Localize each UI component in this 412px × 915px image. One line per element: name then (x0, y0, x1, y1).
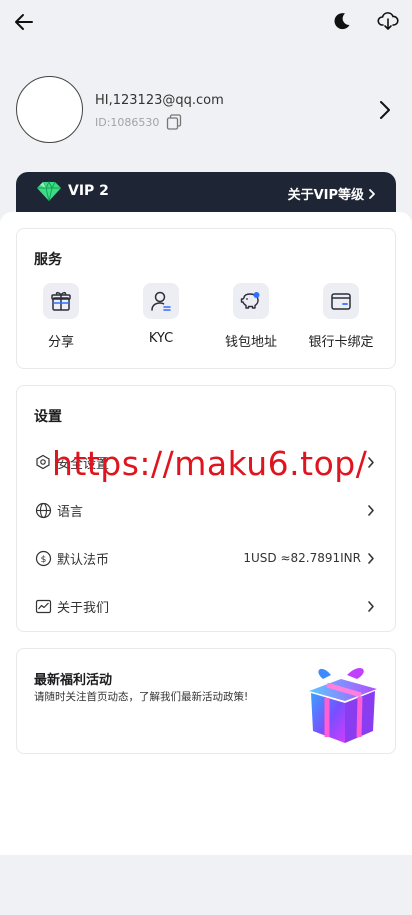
setting-label: 关于我们 (57, 600, 110, 616)
shield-icon (34, 453, 52, 471)
wallet-card-icon (323, 283, 359, 319)
moon-icon (334, 13, 350, 30)
avatar[interactable] (16, 76, 83, 143)
dollar-icon: $ (34, 549, 52, 567)
back-button[interactable] (10, 8, 38, 36)
profile-section[interactable]: HI,123123@qq.com ID:1086530 (0, 60, 412, 160)
piggy-bank-icon (233, 283, 269, 319)
copy-icon[interactable] (165, 113, 183, 131)
chevron-right-icon (365, 502, 377, 518)
service-label: 分享 (47, 335, 74, 350)
setting-currency[interactable]: $ 默认法币 1USD ≈82.7891INR (17, 538, 397, 578)
theme-toggle-button[interactable] (328, 7, 356, 35)
service-kyc[interactable]: KYC (117, 283, 205, 346)
vip-level: VIP 2 (36, 180, 109, 202)
chevron-right-icon (369, 188, 375, 199)
service-bank-card[interactable]: 银行卡绑定 (297, 283, 385, 350)
arrow-left-icon (15, 14, 33, 30)
gift-box-illustration (309, 667, 377, 743)
setting-about[interactable]: 关于我们 (17, 586, 397, 626)
chevron-right-icon (365, 598, 377, 614)
watermark-text: https://maku6.top/ (52, 444, 368, 483)
vip-level-label: VIP 2 (68, 183, 109, 199)
service-wallet-address[interactable]: 钱包地址 (207, 283, 295, 350)
setting-label: 语言 (57, 504, 84, 520)
setting-label: 默认法币 (57, 552, 110, 568)
vip-info-label: 关于VIP等级 (287, 188, 364, 203)
download-button[interactable] (374, 7, 402, 35)
settings-card: 设置 安全设置 语言 $ 默认法币 1USD ≈82.7891INR 关于我们 (16, 385, 396, 632)
settings-title: 设置 (34, 409, 62, 425)
setting-language[interactable]: 语言 (17, 490, 397, 530)
vip-info-link[interactable]: 关于VIP等级 (288, 184, 376, 203)
user-email: HI,123123@qq.com (95, 93, 224, 108)
currency-rate: 1USD ≈82.7891INR (243, 551, 361, 565)
promo-description: 请随时关注首页动态，了解我们最新活动政策! (34, 691, 249, 703)
user-id: ID:1086530 (95, 115, 160, 129)
cloud-download-icon (377, 12, 399, 30)
chart-icon (34, 597, 52, 615)
svg-text:$: $ (40, 555, 46, 565)
services-title: 服务 (34, 252, 62, 268)
diamond-icon (37, 180, 61, 202)
service-share[interactable]: 分享 (17, 283, 105, 350)
chevron-right-icon[interactable] (374, 98, 396, 122)
chevron-right-icon (365, 550, 377, 566)
user-verify-icon (143, 283, 179, 319)
user-id-row: ID:1086530 (95, 113, 183, 131)
globe-icon (34, 501, 52, 519)
promo-card[interactable]: 最新福利活动 请随时关注首页动态，了解我们最新活动政策! (16, 648, 396, 754)
service-label: KYC (148, 331, 174, 346)
top-bar (0, 0, 412, 44)
service-label: 银行卡绑定 (308, 335, 374, 350)
service-label: 钱包地址 (224, 335, 277, 350)
promo-title: 最新福利活动 (34, 673, 113, 688)
gift-icon (43, 283, 79, 319)
services-card: 服务 分享 KYC 钱包地址 银行卡绑定 (16, 228, 396, 369)
